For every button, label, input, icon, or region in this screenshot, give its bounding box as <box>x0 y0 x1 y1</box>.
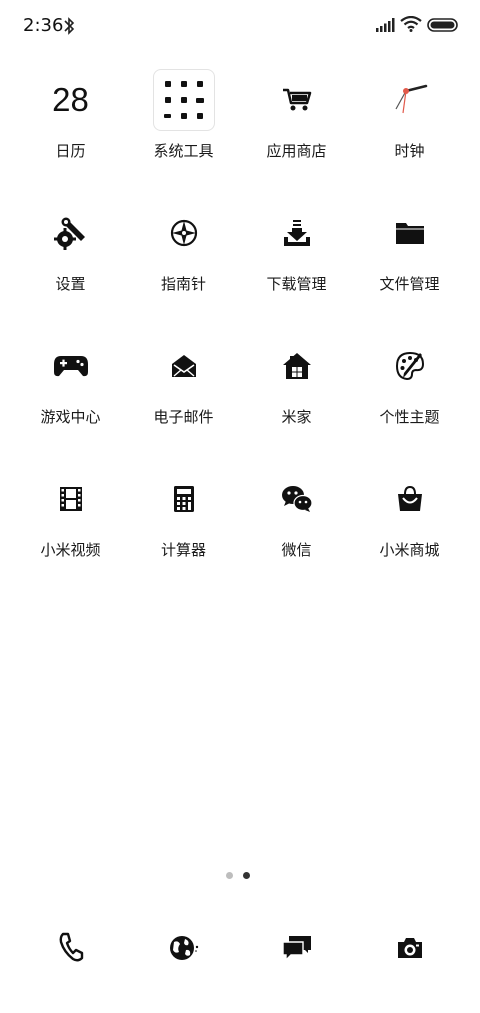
icon-container <box>378 467 442 531</box>
wrench-gear-icon <box>53 217 85 250</box>
app-label: 下载管理 <box>266 275 327 293</box>
system-tools-folder-icon <box>152 69 215 131</box>
app-label: 指南针 <box>160 275 206 293</box>
battery-icon <box>427 18 458 32</box>
globe-icon <box>169 936 198 960</box>
app-mi-video[interactable]: 小米视频 <box>14 467 127 577</box>
message-icon <box>281 936 311 962</box>
icon-container <box>39 334 103 398</box>
app-mi-home[interactable]: 米家 <box>240 334 353 444</box>
status-time: 2:36 <box>23 15 64 36</box>
app-compass[interactable]: 指南针 <box>127 201 240 311</box>
icon-container <box>152 467 216 531</box>
app-mi-store[interactable]: 小米商城 <box>353 467 466 577</box>
wechat-icon <box>281 486 313 512</box>
app-email[interactable]: 电子邮件 <box>127 334 240 444</box>
cart-icon <box>282 88 311 111</box>
icon-container <box>265 334 329 398</box>
icon-container <box>152 201 216 265</box>
icon-container <box>378 201 442 265</box>
app-label: 时钟 <box>394 142 425 160</box>
icon-container <box>265 467 329 531</box>
dock-browser[interactable] <box>127 920 240 976</box>
app-themes[interactable]: 个性主题 <box>353 334 466 444</box>
icon-container <box>152 334 216 398</box>
app-label: 小米视频 <box>40 541 101 559</box>
app-label: 应用商店 <box>266 142 327 160</box>
app-clock[interactable]: 时钟 <box>353 68 466 178</box>
icon-container <box>39 467 103 531</box>
app-calculator[interactable]: 计算器 <box>127 467 240 577</box>
app-label: 游戏中心 <box>40 408 101 426</box>
palette-icon <box>395 351 424 381</box>
app-download-manager[interactable]: 下载管理 <box>240 201 353 311</box>
icon-container <box>265 68 329 132</box>
dock-camera[interactable] <box>353 920 466 976</box>
download-tray-icon <box>283 220 310 246</box>
app-label: 日历 <box>55 142 86 160</box>
app-label: 电子邮件 <box>153 408 214 426</box>
bluetooth-icon <box>64 17 75 35</box>
app-label: 文件管理 <box>379 275 440 293</box>
app-calendar[interactable]: 28 日历 <box>14 68 127 178</box>
calendar-date-number: 28 <box>52 81 89 118</box>
camera-icon <box>397 938 422 958</box>
icon-container <box>378 334 442 398</box>
cellular-signal-icon <box>376 18 395 32</box>
app-label: 设置 <box>55 275 86 293</box>
page-indicator <box>226 872 256 882</box>
calendar-date-icon: 28 <box>39 68 103 132</box>
icon-container <box>265 201 329 265</box>
app-label: 小米商城 <box>379 541 440 559</box>
film-icon <box>59 487 82 511</box>
status-bar: 2:36 <box>0 0 480 52</box>
app-label: 计算器 <box>160 541 206 559</box>
app-settings[interactable]: 设置 <box>14 201 127 311</box>
app-label: 个性主题 <box>379 408 440 426</box>
calculator-icon <box>173 486 194 512</box>
app-store[interactable]: 应用商店 <box>240 68 353 178</box>
folder-icon <box>395 223 424 244</box>
folder-preview <box>152 68 216 132</box>
icon-container <box>39 201 103 265</box>
app-game-center[interactable]: 游戏中心 <box>14 334 127 444</box>
app-system-tools-folder[interactable]: 系统工具 <box>127 68 240 178</box>
page-dot-2-active[interactable] <box>243 872 250 879</box>
app-label: 微信 <box>281 541 312 559</box>
icon-container <box>378 68 442 132</box>
page-dot-1[interactable] <box>226 872 233 879</box>
compass-icon <box>170 219 197 247</box>
dock <box>14 920 466 980</box>
envelope-icon <box>171 355 196 377</box>
app-label: 系统工具 <box>153 142 214 160</box>
dock-messages[interactable] <box>240 920 353 976</box>
home-icon <box>282 353 311 379</box>
clock-icon <box>394 84 427 114</box>
app-wechat[interactable]: 微信 <box>240 467 353 577</box>
phone-icon <box>59 932 83 962</box>
shopping-bag-icon <box>397 485 422 511</box>
app-label: 米家 <box>281 408 312 426</box>
app-file-manager[interactable]: 文件管理 <box>353 201 466 311</box>
dock-phone[interactable] <box>14 920 127 976</box>
wifi-icon <box>400 16 422 32</box>
gamepad-icon <box>53 356 88 377</box>
